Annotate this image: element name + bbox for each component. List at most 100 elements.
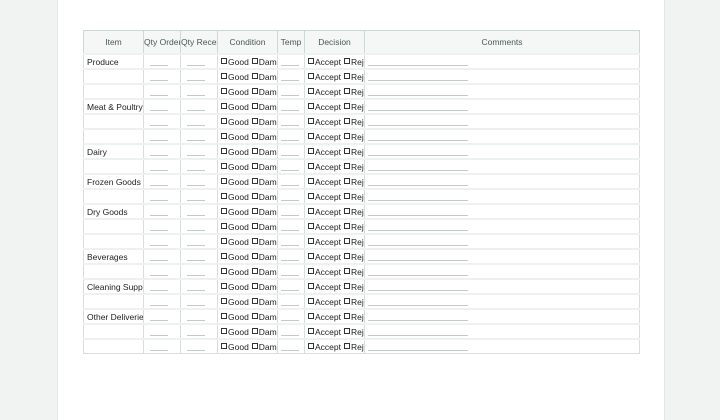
comments-cell[interactable]	[364, 113, 640, 130]
condition-option[interactable]: Damaged	[251, 72, 277, 82]
temp-cell[interactable]	[277, 233, 305, 250]
qty-ordered-cell[interactable]	[143, 113, 181, 130]
temp-cell[interactable]	[277, 248, 305, 265]
temp-blank[interactable]	[281, 289, 299, 291]
temp-cell[interactable]	[277, 323, 305, 340]
qty-received-blank[interactable]	[187, 64, 205, 66]
checkbox-icon[interactable]	[221, 342, 227, 349]
comments-line[interactable]	[368, 349, 468, 351]
temp-cell[interactable]	[277, 68, 305, 85]
temp-blank[interactable]	[281, 154, 299, 156]
condition-option[interactable]: Good	[221, 57, 249, 67]
checkbox-icon[interactable]	[308, 207, 314, 214]
condition-option[interactable]: Good	[221, 192, 249, 202]
temp-blank[interactable]	[281, 304, 299, 306]
decision-option[interactable]: Reject	[344, 87, 364, 97]
temp-blank[interactable]	[281, 319, 299, 321]
comments-cell[interactable]	[364, 143, 640, 160]
temp-blank[interactable]	[281, 334, 299, 336]
qty-received-blank[interactable]	[187, 184, 205, 186]
condition-option[interactable]: Damaged	[251, 327, 277, 337]
checkbox-icon[interactable]	[344, 237, 350, 244]
decision-option[interactable]: Accept	[308, 267, 341, 277]
condition-option[interactable]: Good	[221, 267, 249, 277]
qty-ordered-blank[interactable]	[150, 184, 168, 186]
condition-option[interactable]: Good	[221, 87, 249, 97]
qty-received-cell[interactable]	[180, 308, 218, 325]
condition-option[interactable]: Damaged	[251, 237, 277, 247]
condition-option[interactable]: Damaged	[251, 162, 277, 172]
qty-ordered-blank[interactable]	[150, 319, 168, 321]
condition-option[interactable]: Good	[221, 297, 249, 307]
condition-option[interactable]: Damaged	[251, 117, 277, 127]
temp-cell[interactable]	[277, 83, 305, 100]
comments-line[interactable]	[368, 259, 468, 261]
comments-cell[interactable]	[364, 158, 640, 175]
decision-option[interactable]: Accept	[308, 162, 341, 172]
checkbox-icon[interactable]	[251, 282, 258, 289]
decision-option[interactable]: Accept	[308, 297, 341, 307]
decision-option[interactable]: Reject	[344, 297, 364, 307]
comments-line[interactable]	[368, 169, 468, 171]
qty-ordered-cell[interactable]	[143, 263, 181, 280]
qty-received-blank[interactable]	[187, 319, 205, 321]
checkbox-icon[interactable]	[344, 192, 350, 199]
temp-blank[interactable]	[281, 169, 299, 171]
condition-option[interactable]: Good	[221, 207, 249, 217]
checkbox-icon[interactable]	[344, 162, 350, 169]
temp-blank[interactable]	[281, 259, 299, 261]
qty-received-blank[interactable]	[187, 124, 205, 126]
qty-received-cell[interactable]	[180, 323, 218, 340]
checkbox-icon[interactable]	[221, 132, 227, 139]
temp-blank[interactable]	[281, 109, 299, 111]
qty-ordered-cell[interactable]	[143, 98, 181, 115]
checkbox-icon[interactable]	[221, 177, 227, 184]
condition-option[interactable]: Good	[221, 117, 249, 127]
checkbox-icon[interactable]	[344, 132, 350, 139]
decision-option[interactable]: Accept	[308, 72, 341, 82]
checkbox-icon[interactable]	[308, 147, 314, 154]
qty-ordered-blank[interactable]	[150, 349, 168, 351]
checkbox-icon[interactable]	[308, 282, 314, 289]
checkbox-icon[interactable]	[251, 252, 258, 259]
decision-option[interactable]: Accept	[308, 312, 341, 322]
checkbox-icon[interactable]	[251, 177, 258, 184]
decision-option[interactable]: Reject	[344, 132, 364, 142]
qty-ordered-blank[interactable]	[150, 94, 168, 96]
checkbox-icon[interactable]	[344, 72, 350, 79]
qty-ordered-blank[interactable]	[150, 289, 168, 291]
qty-ordered-cell[interactable]	[143, 188, 181, 205]
comments-line[interactable]	[368, 199, 468, 201]
checkbox-icon[interactable]	[308, 57, 314, 64]
qty-ordered-blank[interactable]	[150, 169, 168, 171]
comments-cell[interactable]	[364, 293, 640, 310]
checkbox-icon[interactable]	[221, 222, 227, 229]
qty-received-blank[interactable]	[187, 229, 205, 231]
qty-received-cell[interactable]	[180, 338, 218, 354]
checkbox-icon[interactable]	[251, 207, 258, 214]
checkbox-icon[interactable]	[308, 132, 314, 139]
comments-line[interactable]	[368, 124, 468, 126]
qty-received-blank[interactable]	[187, 244, 205, 246]
checkbox-icon[interactable]	[251, 117, 258, 124]
qty-ordered-cell[interactable]	[143, 248, 181, 265]
temp-blank[interactable]	[281, 214, 299, 216]
decision-option[interactable]: Reject	[344, 267, 364, 277]
checkbox-icon[interactable]	[344, 282, 350, 289]
comments-cell[interactable]	[364, 68, 640, 85]
temp-cell[interactable]	[277, 53, 305, 70]
checkbox-icon[interactable]	[221, 207, 227, 214]
qty-ordered-cell[interactable]	[143, 233, 181, 250]
decision-option[interactable]: Accept	[308, 252, 341, 262]
checkbox-icon[interactable]	[221, 237, 227, 244]
comments-cell[interactable]	[364, 188, 640, 205]
decision-option[interactable]: Accept	[308, 207, 341, 217]
decision-option[interactable]: Accept	[308, 237, 341, 247]
checkbox-icon[interactable]	[221, 327, 227, 334]
decision-option[interactable]: Accept	[308, 102, 341, 112]
qty-received-blank[interactable]	[187, 274, 205, 276]
checkbox-icon[interactable]	[221, 267, 227, 274]
condition-option[interactable]: Good	[221, 162, 249, 172]
qty-received-blank[interactable]	[187, 349, 205, 351]
qty-received-blank[interactable]	[187, 169, 205, 171]
